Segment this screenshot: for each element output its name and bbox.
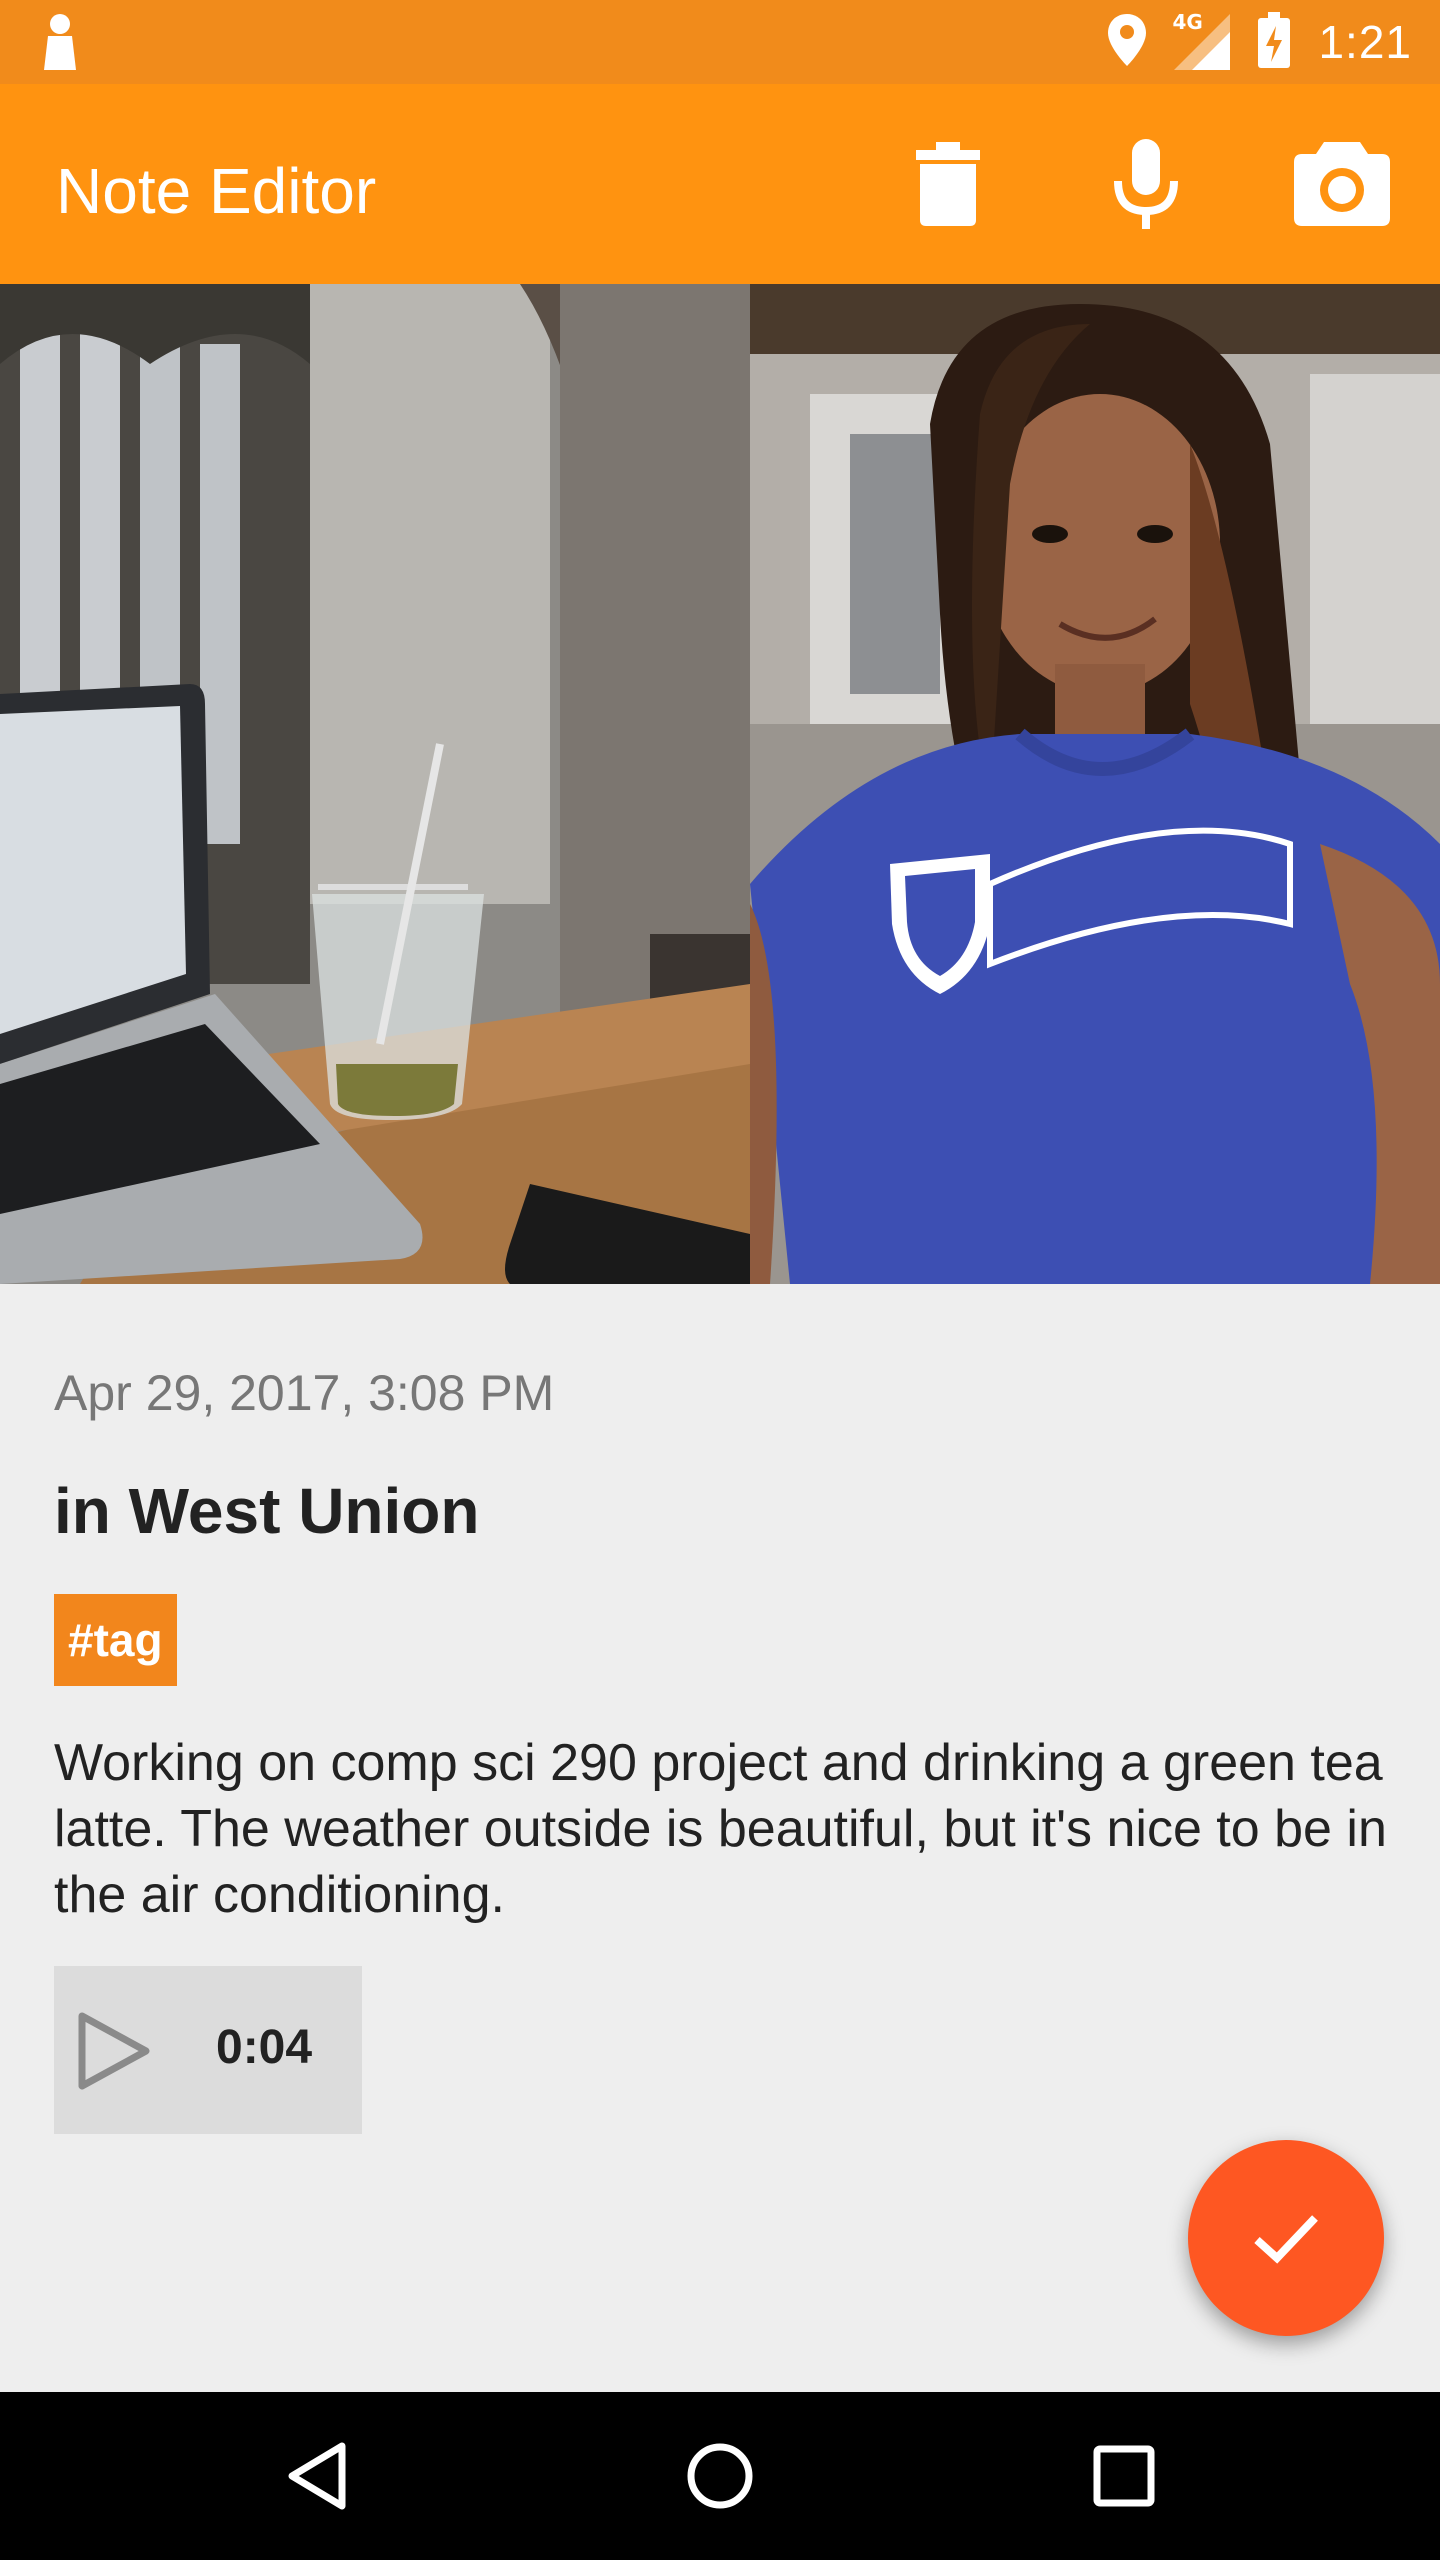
- battery-charging-icon: [1258, 12, 1291, 72]
- clock: 1:21: [1318, 16, 1412, 68]
- play-button[interactable]: [68, 2006, 158, 2096]
- back-button[interactable]: [266, 2426, 366, 2526]
- recents-button[interactable]: [1074, 2426, 1174, 2526]
- play-icon: [78, 2012, 150, 2090]
- note-title[interactable]: in West Union: [54, 1474, 479, 1548]
- photo-selfie[interactable]: [750, 284, 1440, 1284]
- photo-laptop[interactable]: [0, 284, 750, 1284]
- location-icon: [1108, 14, 1147, 70]
- audio-clip[interactable]: 0:04: [54, 1966, 362, 2134]
- audio-duration: 0:04: [216, 2021, 313, 2074]
- app-bar: Note Editor: [0, 84, 1440, 284]
- camera-icon: [1294, 142, 1390, 226]
- delete-button[interactable]: [898, 134, 998, 234]
- signal-icon: 4G: [1172, 10, 1231, 70]
- camera-button[interactable]: [1292, 134, 1392, 234]
- home-icon: [687, 2443, 753, 2509]
- page-title: Note Editor: [56, 155, 377, 227]
- microphone-icon: [1114, 139, 1178, 229]
- photo-gallery: [0, 284, 1440, 1284]
- back-icon: [288, 2442, 346, 2510]
- home-button[interactable]: [670, 2426, 770, 2526]
- tag-chip[interactable]: #tag: [54, 1594, 177, 1686]
- notification-icon: [42, 14, 78, 70]
- network-type: 4G: [1172, 10, 1203, 34]
- system-nav-bar: [0, 2392, 1440, 2560]
- record-audio-button[interactable]: [1096, 134, 1196, 234]
- note-date: Apr 29, 2017, 3:08 PM: [54, 1365, 555, 1421]
- trash-icon: [916, 142, 980, 226]
- check-icon: [1254, 2215, 1318, 2264]
- note-body[interactable]: Working on comp sci 290 project and drin…: [54, 1730, 1394, 1928]
- save-fab-button[interactable]: [1188, 2140, 1384, 2336]
- status-bar: 4G 1:21: [0, 0, 1440, 84]
- recents-icon: [1093, 2445, 1155, 2507]
